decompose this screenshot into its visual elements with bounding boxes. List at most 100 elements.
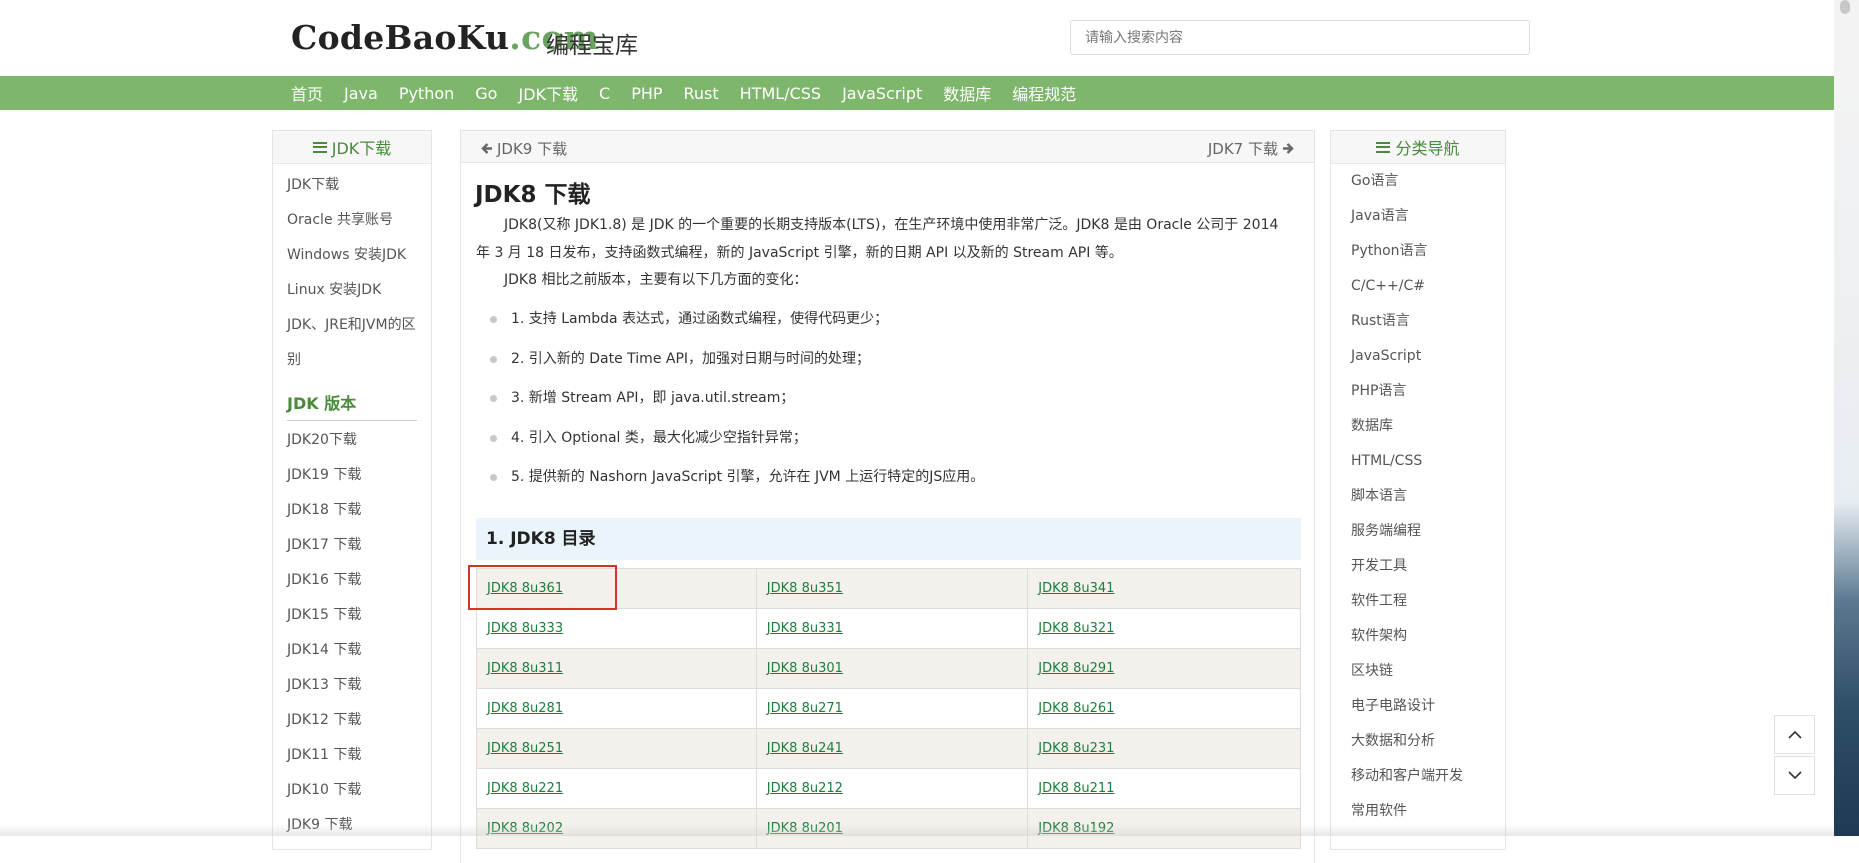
category-link[interactable]: 软件工程	[1331, 584, 1505, 619]
category-link[interactable]: C/C++/C#	[1331, 269, 1505, 304]
nav-item[interactable]: 编程规范	[1012, 81, 1076, 105]
left-sidebar-header: JDK下载	[273, 131, 431, 164]
category-link[interactable]: 电子电路设计	[1331, 689, 1505, 724]
category-link[interactable]: Python语言	[1331, 234, 1505, 269]
version-link[interactable]: JDK8 8u221	[487, 781, 563, 796]
version-link[interactable]: JDK8 8u231	[1038, 741, 1114, 756]
version-links: JDK20下载 JDK19 下载 JDK18 下载 JDK17 下载 JDK16 下载 J…	[273, 423, 431, 843]
nav-item[interactable]: C	[599, 84, 610, 103]
scrollbar-thumb[interactable]	[1840, 0, 1850, 14]
table-row: JDK8 8u281 JDK8 8u271 JDK8 8u261	[476, 688, 1301, 729]
version-link[interactable]: JDK10 下载	[273, 773, 431, 808]
version-link[interactable]: JDK8 8u291	[1038, 661, 1114, 676]
table-row: JDK8 8u251 JDK8 8u241 JDK8 8u231	[476, 728, 1301, 769]
feature-item: 5. 提供新的 Nashorn JavaScript 引擎，允许在 JVM 上运…	[476, 458, 984, 498]
table-cell: JDK8 8u212	[755, 768, 1029, 809]
version-link[interactable]: JDK8 8u251	[487, 741, 563, 756]
table-cell: JDK8 8u271	[755, 688, 1029, 729]
category-links: Go语言 Java语言 Python语言 C/C++/C# Rust语言 JavaScri…	[1331, 164, 1505, 829]
version-link[interactable]: JDK8 8u212	[767, 781, 843, 796]
prev-article-link[interactable]: JDK9 下载	[481, 138, 567, 159]
nav-item[interactable]: 首页	[291, 81, 323, 105]
category-link[interactable]: 常用软件	[1331, 794, 1505, 829]
version-link[interactable]: JDK8 8u211	[1038, 781, 1114, 796]
version-link[interactable]: JDK8 8u333	[487, 621, 563, 636]
category-link[interactable]: 数据库	[1331, 409, 1505, 444]
version-link[interactable]: JDK17 下载	[273, 528, 431, 563]
left-sidebar-link[interactable]: Oracle 共享账号	[273, 203, 431, 238]
versions-section-title: JDK 版本	[287, 384, 417, 421]
table-cell: JDK8 8u281	[476, 688, 757, 729]
version-link[interactable]: JDK18 下载	[273, 493, 431, 528]
version-link[interactable]: JDK8 8u311	[487, 661, 563, 676]
left-sidebar-link[interactable]: 别	[273, 343, 431, 378]
table-cell: JDK8 8u321	[1027, 608, 1301, 649]
category-link[interactable]: 开发工具	[1331, 549, 1505, 584]
nav-item[interactable]: Rust	[684, 84, 719, 103]
left-sidebar-link[interactable]: Windows 安装JDK	[273, 238, 431, 273]
nav-item[interactable]: HTML/CSS	[740, 84, 821, 103]
version-link[interactable]: JDK15 下载	[273, 598, 431, 633]
search-input[interactable]	[1070, 20, 1530, 55]
version-link[interactable]: JDK8 8u202	[487, 821, 563, 836]
nav-item[interactable]: Python	[399, 84, 454, 103]
category-link[interactable]: PHP语言	[1331, 374, 1505, 409]
prev-article-label: JDK9 下载	[497, 140, 568, 158]
table-cell: JDK8 8u341	[1027, 568, 1301, 609]
main-nav: 首页 Java Python Go JDK下载 C PHP Rust HTML/CSS JavaS…	[0, 76, 1834, 110]
version-link[interactable]: JDK8 8u351	[767, 581, 843, 596]
category-link[interactable]: 移动和客户端开发	[1331, 759, 1505, 794]
next-article-label: JDK7 下载	[1207, 140, 1278, 158]
version-link[interactable]: JDK11 下载	[273, 738, 431, 773]
next-article-link[interactable]: JDK7 下载	[1208, 138, 1294, 159]
category-link[interactable]: Go语言	[1331, 164, 1505, 199]
category-link[interactable]: 脚本语言	[1331, 479, 1505, 514]
table-cell: JDK8 8u301	[755, 648, 1029, 689]
version-link[interactable]: JDK8 8u341	[1038, 581, 1114, 596]
version-link[interactable]: JDK16 下载	[273, 563, 431, 598]
left-sidebar-link[interactable]: JDK、JRE和JVM的区	[273, 308, 431, 343]
version-link[interactable]: JDK8 8u321	[1038, 621, 1114, 636]
version-link[interactable]: JDK9 下载	[273, 808, 431, 843]
nav-item[interactable]: JDK下载	[518, 81, 578, 105]
version-link[interactable]: JDK8 8u241	[767, 741, 843, 756]
category-link[interactable]: JavaScript	[1331, 339, 1505, 374]
version-link[interactable]: JDK12 下载	[273, 703, 431, 738]
category-link[interactable]: HTML/CSS	[1331, 444, 1505, 479]
version-link[interactable]: JDK8 8u331	[767, 621, 843, 636]
category-link[interactable]: 软件架构	[1331, 619, 1505, 654]
article-pager: JDK9 下载 JDK7 下载	[460, 130, 1315, 163]
nav-item[interactable]: Java	[344, 84, 378, 103]
version-link[interactable]: JDK8 8u261	[1038, 701, 1114, 716]
version-link[interactable]: JDK14 下载	[273, 633, 431, 668]
scroll-down-button[interactable]	[1774, 756, 1815, 795]
feature-item: 4. 引入 Optional 类，最大化减少空指针异常；	[476, 419, 984, 459]
table-cell: JDK8 8u291	[1027, 648, 1301, 689]
scroll-up-button[interactable]	[1774, 715, 1815, 754]
table-cell: JDK8 8u211	[1027, 768, 1301, 809]
version-link[interactable]: JDK13 下载	[273, 668, 431, 703]
version-link[interactable]: JDK8 8u281	[487, 701, 563, 716]
table-cell: JDK8 8u251	[476, 728, 757, 769]
nav-item[interactable]: 数据库	[943, 81, 991, 105]
category-link[interactable]: 大数据和分析	[1331, 724, 1505, 759]
article-title: JDK8 下载	[475, 182, 591, 208]
nav-item[interactable]: JavaScript	[842, 84, 922, 103]
nav-item[interactable]: Go	[475, 84, 497, 103]
table-row: JDK8 8u311 JDK8 8u301 JDK8 8u291	[476, 648, 1301, 689]
feature-item: 2. 引入新的 Date Time API，加强对日期与时间的处理；	[476, 340, 984, 380]
version-link[interactable]: JDK8 8u192	[1038, 821, 1114, 836]
nav-item[interactable]: PHP	[631, 84, 662, 103]
category-link[interactable]: Rust语言	[1331, 304, 1505, 339]
version-link[interactable]: JDK19 下载	[273, 458, 431, 493]
version-link[interactable]: JDK20下载	[273, 423, 431, 458]
version-link[interactable]: JDK8 8u271	[767, 701, 843, 716]
category-link[interactable]: 服务端编程	[1331, 514, 1505, 549]
category-link[interactable]: 区块链	[1331, 654, 1505, 689]
version-link[interactable]: JDK8 8u361	[487, 581, 563, 596]
left-sidebar-link[interactable]: JDK下载	[273, 168, 431, 203]
left-sidebar-link[interactable]: Linux 安装JDK	[273, 273, 431, 308]
category-link[interactable]: Java语言	[1331, 199, 1505, 234]
version-link[interactable]: JDK8 8u301	[767, 661, 843, 676]
version-link[interactable]: JDK8 8u201	[767, 821, 843, 836]
